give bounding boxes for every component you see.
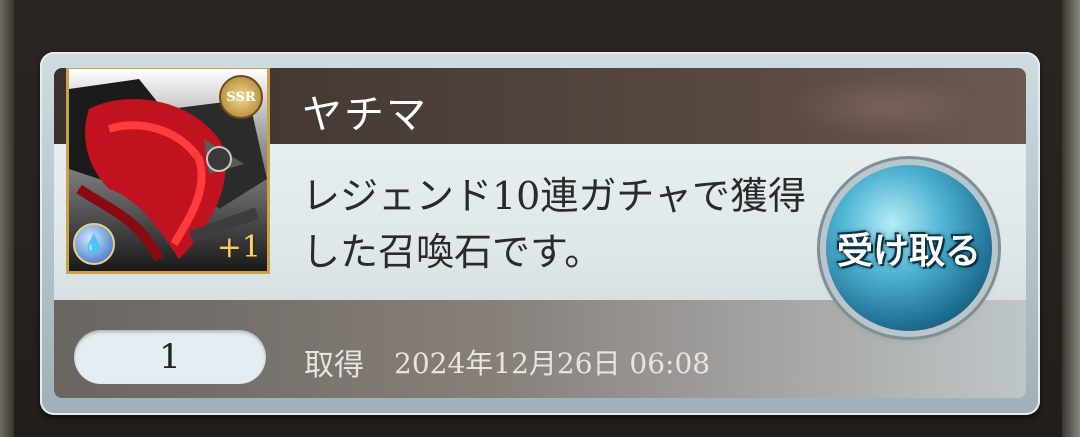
summon-thumbnail[interactable]: SSR 💧 +1 — [66, 68, 270, 274]
left-frame-border — [0, 0, 14, 437]
ssr-rarity-label: SSR — [226, 89, 256, 105]
plus-level-label: +1 — [216, 230, 261, 265]
receive-button[interactable]: 受け取る — [826, 165, 992, 331]
acquired-label: 取得 — [304, 348, 364, 383]
quantity-display: 1 — [74, 330, 266, 384]
item-name: ヤチマ — [302, 92, 428, 138]
receive-button-label: 受け取る — [836, 231, 981, 272]
water-element-icon: 💧 — [73, 223, 115, 265]
ssr-rarity-badge: SSR — [219, 75, 263, 119]
acquired-date: 2024年12月26日 06:08 — [394, 347, 711, 380]
item-description: レジェンド10連ガチャで獲得した召喚石です。 — [302, 174, 806, 274]
right-frame-border — [1062, 0, 1080, 437]
gift-item-card: ヤチマ レジェンド10連ガチャで獲得した召喚石です。 1 取得 2024年12月… — [40, 52, 1040, 415]
